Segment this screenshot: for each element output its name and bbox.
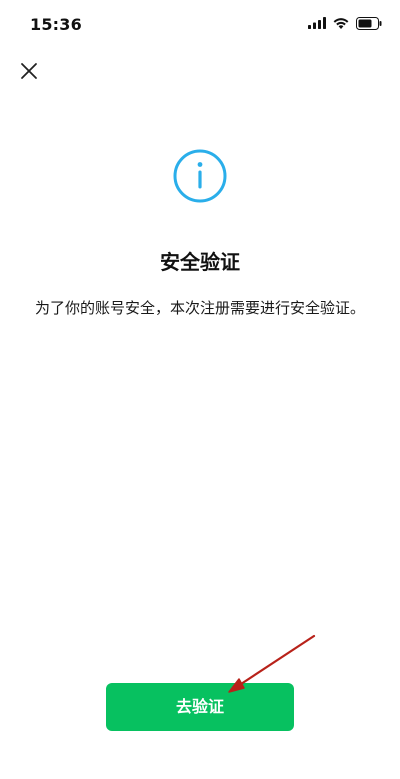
page-title: 安全验证 — [160, 250, 240, 274]
signal-icon — [308, 17, 326, 29]
info-icon — [172, 148, 228, 204]
wifi-icon — [333, 17, 349, 29]
description-text: 为了你的账号安全，本次注册需要进行安全验证。 — [34, 299, 365, 317]
status-time: 15:36 — [30, 15, 82, 34]
status-icons — [308, 16, 382, 30]
close-button[interactable] — [16, 58, 42, 84]
battery-icon — [356, 16, 382, 30]
status-bar: 15:36 — [0, 0, 400, 48]
annotation-arrow — [228, 634, 316, 693]
verify-button[interactable]: 去验证 — [106, 683, 294, 731]
close-icon — [16, 58, 42, 84]
